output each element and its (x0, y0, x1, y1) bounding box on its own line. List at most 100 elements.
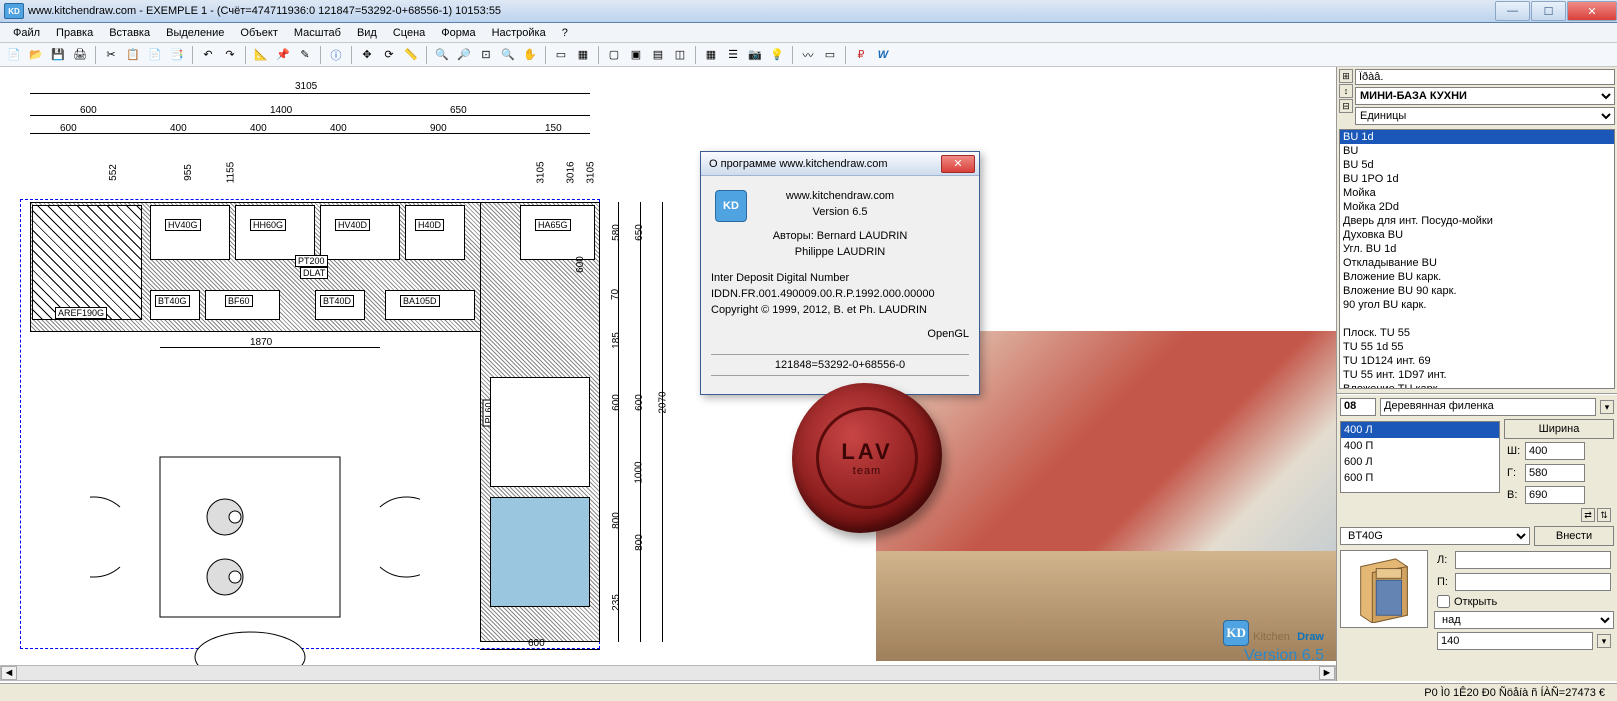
levels-icon[interactable]: ☰ (723, 45, 743, 65)
new-icon[interactable]: 📄 (4, 45, 24, 65)
list-item[interactable]: TU 1D124 инт. 69 (1340, 354, 1614, 368)
search-input[interactable] (1355, 69, 1615, 85)
dimension-icon[interactable]: 📐 (251, 45, 271, 65)
offset-field[interactable] (1437, 632, 1593, 650)
database-select[interactable]: МИНИ-БАЗА КУХНИ (1355, 87, 1615, 105)
list-item[interactable] (1340, 312, 1614, 326)
copy-icon[interactable]: 📋 (123, 45, 143, 65)
drawing-canvas[interactable]: KDKitchen Draw Version 6.5 3105 600 1400… (0, 67, 1337, 681)
mirror-v-icon[interactable]: ⇅ (1597, 508, 1611, 522)
price-tag-icon[interactable]: ₽ (851, 45, 871, 65)
box-icon[interactable]: ▭ (820, 45, 840, 65)
undo-icon[interactable]: ↶ (198, 45, 218, 65)
cut-icon[interactable]: ✂ (101, 45, 121, 65)
menu-scene[interactable]: Сцена (386, 26, 432, 40)
list-item[interactable]: 90 угол BU карк. (1340, 298, 1614, 312)
zoom-fit-icon[interactable]: ⊡ (476, 45, 496, 65)
p-field[interactable] (1455, 573, 1611, 591)
option-item[interactable]: 600 П (1341, 470, 1499, 486)
option-item[interactable]: 600 Л (1341, 454, 1499, 470)
menu-shape[interactable]: Форма (434, 26, 482, 40)
list-item[interactable]: Вложение TU карк. (1340, 382, 1614, 389)
menu-file[interactable]: Файл (6, 26, 47, 40)
move-icon[interactable]: ✥ (357, 45, 377, 65)
list-item[interactable]: Вложение BU 90 карк. (1340, 284, 1614, 298)
open-checkbox[interactable] (1437, 595, 1450, 608)
pan-icon[interactable]: ✋ (520, 45, 540, 65)
paste-icon[interactable]: 📄 (145, 45, 165, 65)
option-item[interactable]: 400 Л (1341, 422, 1499, 438)
maximize-button[interactable]: ☐ (1531, 1, 1566, 21)
list-item[interactable]: Вложение BU карк. (1340, 270, 1614, 284)
list-item[interactable]: Мойка 2Dd (1340, 200, 1614, 214)
dialog-close-button[interactable]: ✕ (941, 155, 975, 173)
width-button[interactable]: Ширина (1504, 419, 1614, 439)
menu-object[interactable]: Объект (233, 26, 284, 40)
path-icon[interactable]: 〰 (798, 45, 818, 65)
list-item[interactable]: Угл. BU 1d (1340, 242, 1614, 256)
finish-name[interactable]: Деревянная филенка (1380, 398, 1596, 416)
width-field[interactable] (1525, 442, 1585, 460)
rotate-icon[interactable]: ⟳ (379, 45, 399, 65)
offset-dropdown-icon[interactable]: ▾ (1597, 634, 1611, 648)
menu-view[interactable]: Вид (350, 26, 384, 40)
option-item[interactable]: 400 П (1341, 438, 1499, 454)
l-field[interactable] (1455, 551, 1611, 569)
canvas-hscrollbar[interactable]: ◄► (0, 665, 1336, 681)
list-item[interactable]: Откладывание BU (1340, 256, 1614, 270)
panel-btn-1[interactable]: ⊞ (1339, 69, 1353, 83)
menu-selection[interactable]: Выделение (159, 26, 231, 40)
open-icon[interactable]: 📂 (26, 45, 46, 65)
paste-special-icon[interactable]: 📑 (167, 45, 187, 65)
finish-dropdown-icon[interactable]: ▾ (1600, 400, 1614, 414)
menu-insert[interactable]: Вставка (102, 26, 157, 40)
finish-code[interactable]: 08 (1340, 398, 1376, 416)
menu-scale[interactable]: Масштаб (287, 26, 348, 40)
view-iso-icon[interactable]: ◫ (670, 45, 690, 65)
select-all-icon[interactable]: ▦ (573, 45, 593, 65)
pin-icon[interactable]: 📌 (273, 45, 293, 65)
list-item[interactable]: Плоск. TU 55 (1340, 326, 1614, 340)
catalog-list[interactable]: BU 1dBUBU 5dBU 1PO 1dМойкаМойка 2DdДверь… (1339, 129, 1615, 389)
lamp-icon[interactable]: 💡 (767, 45, 787, 65)
draw-icon[interactable]: ✎ (295, 45, 315, 65)
layers-icon[interactable]: ▦ (701, 45, 721, 65)
list-item[interactable]: Мойка (1340, 186, 1614, 200)
height-field[interactable] (1525, 486, 1585, 504)
list-item[interactable]: BU (1340, 144, 1614, 158)
menu-settings[interactable]: Настройка (485, 26, 553, 40)
menu-help[interactable]: ? (555, 26, 575, 40)
view-side-icon[interactable]: ▤ (648, 45, 668, 65)
list-item[interactable]: BU 1d (1340, 130, 1614, 144)
placement-select[interactable]: над (1434, 611, 1614, 629)
select-icon[interactable]: ▭ (551, 45, 571, 65)
panel-btn-2[interactable]: ↕ (1339, 84, 1353, 98)
measure-icon[interactable]: 📏 (401, 45, 421, 65)
minimize-button[interactable]: — (1495, 1, 1530, 21)
list-item[interactable]: TU 55 1d 55 (1340, 340, 1614, 354)
mirror-h-icon[interactable]: ⇄ (1581, 508, 1595, 522)
list-item[interactable]: BU 1PO 1d (1340, 172, 1614, 186)
panel-btn-3[interactable]: ⊟ (1339, 99, 1353, 113)
depth-field[interactable] (1525, 464, 1585, 482)
menu-edit[interactable]: Правка (49, 26, 100, 40)
redo-icon[interactable]: ↷ (220, 45, 240, 65)
list-item[interactable]: Духовка BU (1340, 228, 1614, 242)
view-front-icon[interactable]: ▣ (626, 45, 646, 65)
insert-button[interactable]: Внести (1534, 526, 1614, 546)
camera-icon[interactable]: 📷 (745, 45, 765, 65)
list-item[interactable]: BU 5d (1340, 158, 1614, 172)
print-icon[interactable]: 🖨 (70, 45, 90, 65)
option-list[interactable]: 400 Л400 П600 Л600 П (1340, 421, 1500, 493)
list-item[interactable]: Дверь для инт. Посудо-мойки (1340, 214, 1614, 228)
zoom-area-icon[interactable]: 🔍 (498, 45, 518, 65)
close-button[interactable]: ✕ (1567, 1, 1617, 21)
info-icon[interactable]: ⓘ (326, 45, 346, 65)
save-icon[interactable]: 💾 (48, 45, 68, 65)
model-select[interactable]: BT40G (1340, 527, 1530, 545)
zoom-out-icon[interactable]: 🔎 (454, 45, 474, 65)
units-select[interactable]: Единицы (1355, 107, 1615, 125)
list-item[interactable]: TU 55 инт. 1D97 инт. (1340, 368, 1614, 382)
view-top-icon[interactable]: ▢ (604, 45, 624, 65)
word-icon[interactable]: W (873, 45, 893, 65)
